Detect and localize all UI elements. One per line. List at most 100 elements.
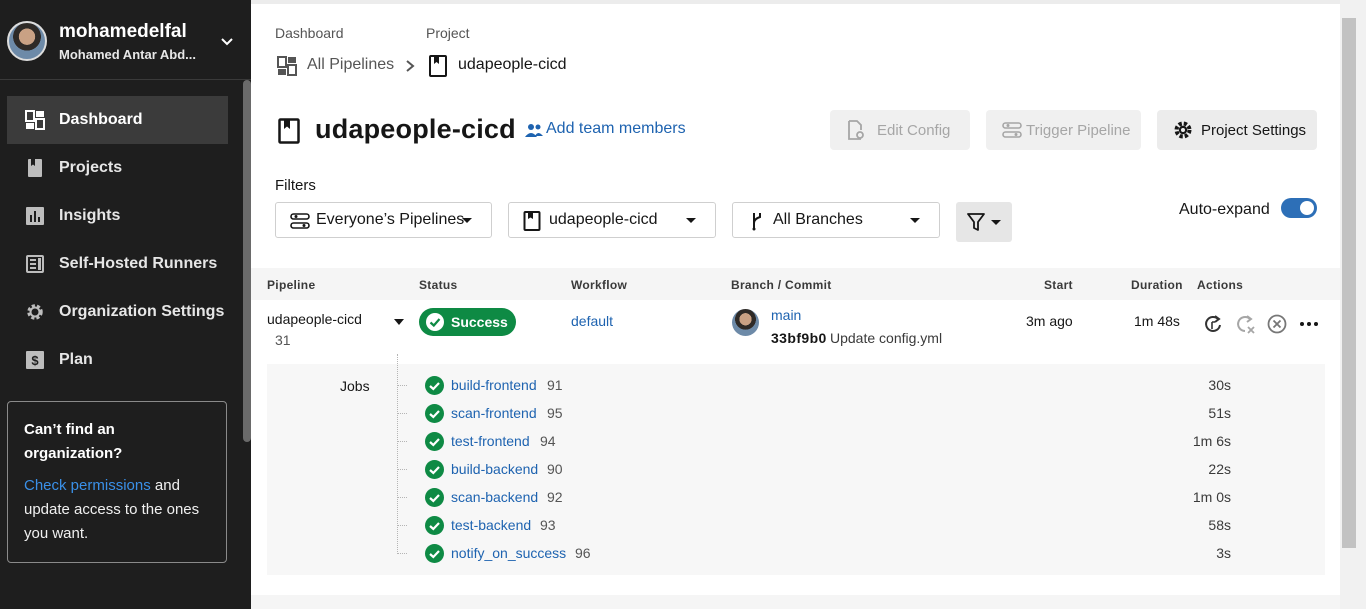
branches-filter-value: All Branches (773, 211, 863, 228)
job-number: 91 (547, 377, 563, 393)
sidebar-item-org-settings[interactable]: Organization Settings (7, 288, 228, 336)
job-number: 93 (540, 517, 556, 533)
filters-label: Filters (275, 177, 316, 194)
job-name-link[interactable]: build-backend (451, 461, 538, 477)
org-name: mohamedelfal (59, 21, 187, 42)
rerun-icon[interactable] (1203, 314, 1223, 334)
job-row[interactable]: build-frontend 91 30s (397, 373, 1297, 401)
sidebar-item-runners[interactable]: Self-Hosted Runners (7, 240, 228, 288)
project-settings-button[interactable]: Project Settings (1157, 110, 1317, 150)
project-filter-value: udapeople-cicd (549, 211, 658, 228)
sidebar-nav: Dashboard Projects Insights Self-Hosted … (7, 96, 228, 384)
job-name-link[interactable]: test-frontend (451, 433, 530, 449)
filter-button[interactable] (956, 202, 1012, 242)
job-row[interactable]: notify_on_success 96 3s (397, 541, 1297, 569)
branch-link[interactable]: main (771, 307, 801, 323)
scrollbar-thumb[interactable] (1342, 18, 1356, 548)
tree-branch (397, 413, 407, 414)
sidebar-item-label: Projects (59, 159, 123, 176)
file-gear-icon (848, 120, 864, 140)
job-duration: 1m 0s (1192, 489, 1231, 505)
more-icon[interactable] (1299, 314, 1319, 334)
job-duration: 3s (1216, 545, 1231, 561)
check-circle-icon (425, 376, 444, 395)
main-content: Dashboard Project All Pipelines udapeopl… (251, 4, 1340, 609)
check-circle-icon (425, 544, 444, 563)
workflow-link[interactable]: default (571, 313, 613, 329)
cancel-icon[interactable] (1267, 314, 1287, 334)
job-name-link[interactable]: build-frontend (451, 377, 537, 393)
job-row[interactable]: scan-frontend 95 51s (397, 401, 1297, 429)
gear-icon (27, 304, 43, 320)
job-number: 92 (547, 489, 563, 505)
col-start: Start (1044, 278, 1073, 292)
sidebar-item-dashboard[interactable]: Dashboard (7, 96, 228, 144)
col-status: Status (419, 278, 458, 292)
commit-hash[interactable]: 33bf9b0 (771, 330, 827, 346)
job-duration: 51s (1208, 405, 1231, 421)
project-icon (429, 55, 447, 77)
add-team-members-link[interactable]: Add team members (546, 120, 686, 138)
page-title: udapeople-cicd (315, 114, 516, 144)
sidebar-item-plan[interactable]: $ Plan (7, 336, 228, 384)
job-name-link[interactable]: notify_on_success (451, 545, 566, 561)
sidebar-item-insights[interactable]: Insights (7, 192, 228, 240)
job-name-link[interactable]: scan-frontend (451, 405, 537, 421)
check-permissions-link[interactable]: Check permissions (24, 477, 151, 494)
tree-branch (397, 525, 407, 526)
pipelines-filter-value: Everyone’s Pipelines (316, 211, 465, 228)
sidebar-item-label: Plan (59, 351, 93, 368)
rerun-failed-icon[interactable] (1235, 314, 1255, 334)
tree-branch (397, 469, 407, 470)
auto-expand-toggle[interactable] (1281, 198, 1317, 218)
job-number: 96 (575, 545, 591, 561)
chevron-down-icon[interactable] (219, 33, 235, 49)
job-row[interactable]: build-backend 90 22s (397, 457, 1297, 485)
expand-caret-icon[interactable] (394, 319, 404, 325)
plan-icon: $ (26, 351, 44, 369)
col-duration: Duration (1131, 278, 1183, 292)
jobs-label: Jobs (340, 378, 370, 394)
col-actions: Actions (1197, 278, 1244, 292)
filter-icon (967, 213, 985, 231)
trigger-pipeline-button[interactable]: Trigger Pipeline (986, 110, 1141, 150)
branches-filter-select[interactable]: All Branches (732, 202, 940, 238)
breadcrumb-all-pipelines[interactable]: All Pipelines (307, 56, 394, 74)
project-filter-select[interactable]: udapeople-cicd (508, 202, 716, 238)
job-row[interactable]: scan-backend 92 1m 0s (397, 485, 1297, 513)
tree-branch (397, 385, 407, 386)
tree-branch (397, 553, 407, 554)
breadcrumb-dashboard-label: Dashboard (275, 25, 344, 41)
caret-down-icon (462, 218, 472, 223)
status-label: Success (451, 314, 508, 330)
check-circle-icon (425, 516, 444, 535)
page-scrollbar[interactable] (1340, 0, 1366, 609)
pipeline-duration: 1m 48s (1134, 313, 1180, 329)
breadcrumb-project-name[interactable]: udapeople-cicd (458, 56, 567, 74)
job-row[interactable]: test-backend 93 58s (397, 513, 1297, 541)
sidebar-item-projects[interactable]: Projects (7, 144, 228, 192)
job-duration: 22s (1208, 461, 1231, 477)
tree-branch (397, 441, 407, 442)
job-row[interactable]: test-frontend 94 1m 6s (397, 429, 1297, 457)
project-icon (523, 211, 541, 231)
caret-down-icon (910, 218, 920, 223)
col-branch-commit: Branch / Commit (731, 278, 832, 292)
edit-config-button[interactable]: Edit Config (830, 110, 970, 150)
job-name-link[interactable]: test-backend (451, 517, 531, 533)
sidebar-scrollbar[interactable] (243, 80, 251, 442)
avatar (732, 309, 759, 336)
project-settings-label: Project Settings (1201, 121, 1307, 139)
help-title: Can’t find an organization? (24, 421, 123, 462)
dashboard-icon (277, 56, 297, 76)
projects-icon (28, 159, 42, 177)
user-name: Mohamed Antar Abd... (59, 47, 196, 62)
trigger-pipeline-label: Trigger Pipeline (1026, 121, 1131, 139)
org-switcher[interactable]: mohamedelfal Mohamed Antar Abd... (0, 0, 251, 80)
pipeline-name[interactable]: udapeople-cicd (267, 311, 362, 327)
job-name-link[interactable]: scan-backend (451, 489, 538, 505)
dashboard-icon (25, 110, 45, 130)
status-badge[interactable]: Success (419, 308, 516, 336)
pipelines-table-header: Pipeline Status Workflow Branch / Commit… (251, 268, 1340, 300)
pipelines-filter-select[interactable]: Everyone’s Pipelines (275, 202, 492, 238)
